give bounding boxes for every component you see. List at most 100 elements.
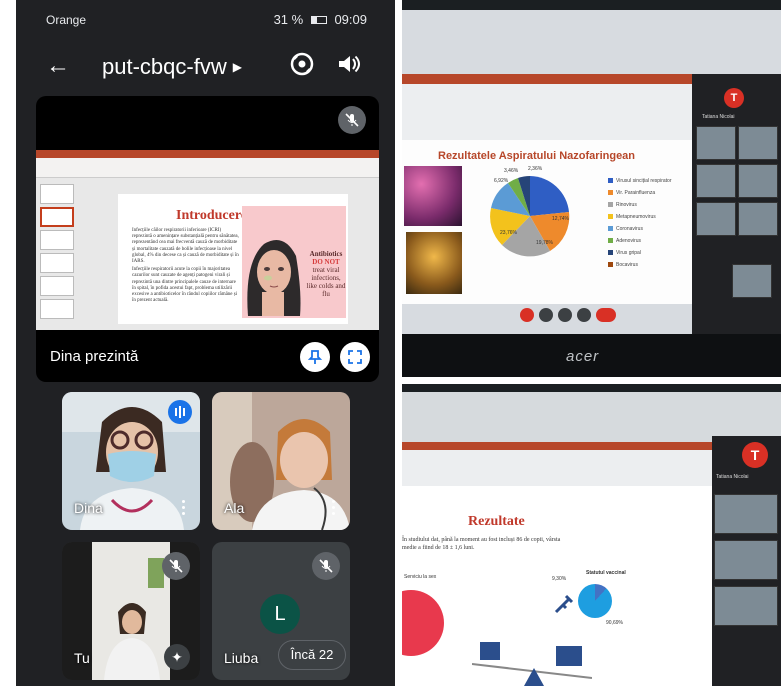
camera-button[interactable] [539,308,553,322]
pie-label: 6,92% [494,178,509,184]
meet-participants-panel: T Tatiana Nicolai [712,436,781,686]
chart-label: Statutul vaccinal [586,570,626,576]
status-bar: Orange 31 % 09:09 [16,0,395,40]
meeting-code-text: put-cbqc-fvw [102,54,227,79]
participant-name: Tu [74,650,90,666]
shared-screen: Introducere Infecțiile căilor respirator… [36,150,379,330]
poster-text-2: DO NOT [312,258,340,266]
pie-label: 19,78% [536,240,553,246]
legend-item: Virus gripal [608,250,688,262]
slide-title: Rezultate [468,514,525,529]
camera-tile [714,540,778,580]
more-button[interactable] [577,308,591,322]
meeting-header: ← put-cbqc-fvw ▶ [16,44,395,90]
avatar: T [742,442,768,468]
camera-tile [714,494,778,534]
syringe-icon [554,594,574,614]
monitor-screen: Rezultate În studiului dat, până la mome… [402,392,781,686]
more-options-icon[interactable] [332,500,336,518]
slide-canvas: Introducere Infecțiile căilor respirator… [118,194,348,324]
mic-button[interactable] [520,308,534,322]
pie-label: 90,69% [606,620,623,626]
effects-sparkle-icon[interactable]: ✦ [164,644,190,670]
monitor-brand: acer [566,348,600,365]
poster-text-3: treat viral infections, like colds and f… [306,266,346,298]
virus-image [404,166,462,226]
camera-tile [738,164,778,198]
vaccination-pie-chart [578,584,612,618]
sex-pie-chart [402,590,444,656]
participant-name: Liuba [224,650,259,666]
mic-off-icon [162,552,190,580]
powerpoint-window: Rezultate În studiului dat, până la mome… [402,442,712,686]
antibiotics-poster: Antibiotics DO NOT treat viral infection… [242,206,346,318]
powerpoint-window: Rezultatele Aspiratului Nazofaringean 3,… [402,74,692,322]
ppt-ribbon [36,158,379,178]
participant-tile-dina[interactable]: Dina [62,392,200,530]
slide-thumb [40,276,74,296]
legend-item: Vir. Parainfluenza [608,190,688,202]
leave-call-button[interactable] [596,308,616,322]
legend-item: Adenovirus [608,238,688,250]
slide-thumb-selected [40,207,74,227]
present-button[interactable] [558,308,572,322]
camera-tile [696,126,736,160]
ppt-titlebar [402,442,712,450]
legend-item: Bocavirus [608,262,688,274]
more-participants-button[interactable]: Încă 22 [278,640,346,670]
tile-name: Tatiana Nicolai [716,474,749,480]
poster-text: Antibiotics DO NOT treat viral infection… [306,250,346,298]
presenter-label: Dina prezintă [50,348,139,365]
back-arrow-icon[interactable]: ← [46,52,70,80]
speaking-indicator-icon [168,400,192,424]
switch-camera-icon[interactable] [288,50,316,78]
chart-label: Serviciu la sex [404,574,437,580]
mic-off-icon [312,552,340,580]
legend-item: Rinovirus [608,202,688,214]
chart-title: Rezultatele Aspiratului Nazofaringean [438,150,636,162]
poster-text-1: Antibiotics [309,250,343,258]
slide-title: Introducere [176,208,248,223]
virus-image [406,232,462,294]
pin-icon[interactable] [300,342,330,372]
battery-level: 31 % [273,12,304,27]
slide-bullet: Infecțiile respiratorii acute la copii î… [132,267,238,304]
participant-name: Ala [224,500,245,516]
balance-illustration [472,642,592,686]
camera-tile [696,202,736,236]
ppt-ribbon [402,84,692,140]
avatar: L [260,594,300,634]
tile-name: Tatiana Nicolai [702,114,735,120]
presentation-tile[interactable]: Introducere Infecțiile căilor respirator… [36,96,379,382]
participant-tile-ala[interactable]: Ala [212,392,350,530]
carrier-label: Orange [46,13,87,27]
chart-legend: Virusul sincițial respirator Vir. Parain… [608,178,688,274]
legend-item: Coronavirus [608,226,688,238]
status-right: 31 % 09:09 [274,12,367,27]
slide-thumb [40,253,74,273]
meeting-code[interactable]: put-cbqc-fvw ▶ [102,54,242,80]
girl-illustration [247,240,301,316]
slide-thumbnails [40,184,80,326]
pie-label: 2,36% [528,166,543,172]
participant-tile-liuba[interactable]: L Liuba Încă 22 [212,542,350,680]
ppt-titlebar [402,74,692,84]
camera-tile [738,126,778,160]
fullscreen-icon[interactable] [340,342,370,372]
meeting-controls [520,308,630,322]
camera-tile [714,586,778,626]
camera-tile [696,164,736,198]
monitor-screen: Rezultatele Aspiratului Nazofaringean 3,… [402,10,781,346]
pie-label: 3,46% [504,168,519,174]
slide-thumb [40,299,74,319]
more-options-icon[interactable] [182,500,186,518]
legend-item: Metapneumovirus [608,214,688,226]
clock: 09:09 [334,12,367,27]
participant-name: Dina [74,500,103,516]
slide-body: Infecțiile căilor respiratorii inferioar… [132,228,240,304]
speaker-icon[interactable] [334,50,362,78]
meet-participants-panel: T Tatiana Nicolai [692,74,781,334]
pie-label: 12,74% [552,216,569,222]
participant-tile-self[interactable]: Tu ✦ [62,542,200,680]
phone-meet-screen: Orange 31 % 09:09 ← put-cbqc-fvw ▶ Intro… [16,0,395,686]
